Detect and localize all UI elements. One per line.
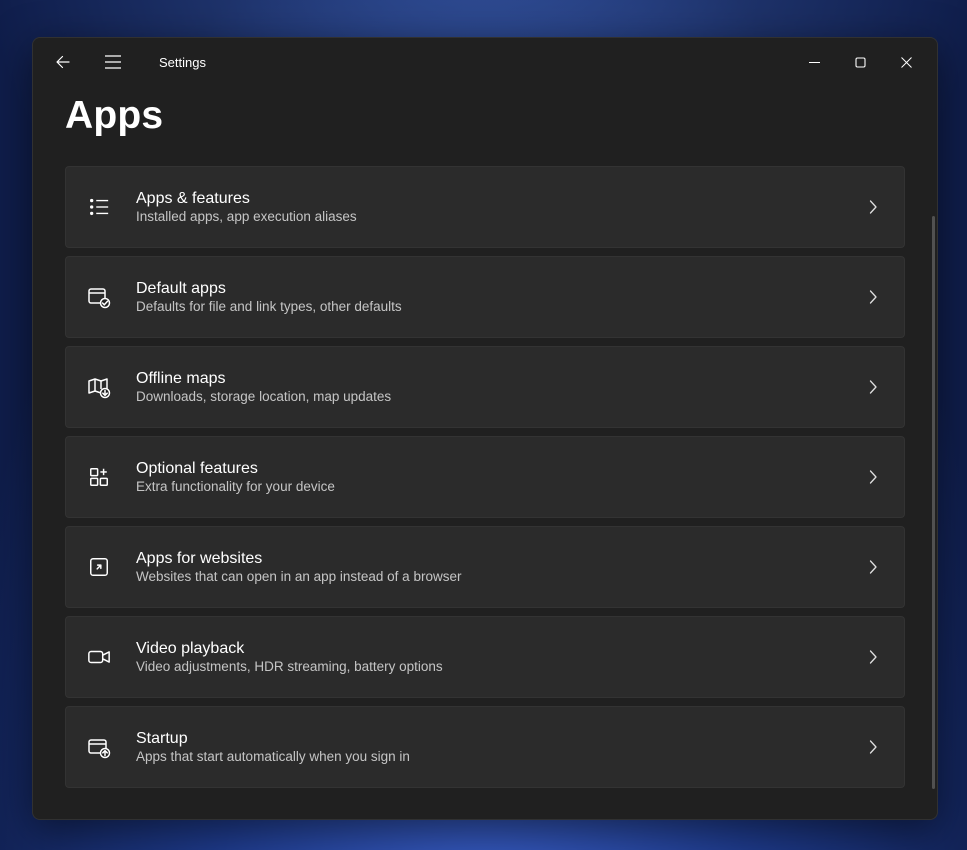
setting-text: Apps for websites Websites that can open… [136, 550, 866, 584]
chevron-right-icon [866, 650, 880, 664]
chevron-right-icon [866, 200, 880, 214]
setting-startup[interactable]: Startup Apps that start automatically wh… [65, 706, 905, 788]
settings-window: Settings Apps [32, 37, 938, 820]
setting-description: Extra functionality for your device [136, 479, 866, 494]
titlebar: Settings [33, 38, 937, 86]
optional-features-icon [84, 462, 114, 492]
titlebar-left: Settings [49, 46, 206, 78]
maximize-icon [855, 57, 866, 68]
chevron-right-icon [866, 560, 880, 574]
apps-websites-icon [84, 552, 114, 582]
setting-title: Apps & features [136, 190, 866, 208]
setting-text: Video playback Video adjustments, HDR st… [136, 640, 866, 674]
setting-text: Optional features Extra functionality fo… [136, 460, 866, 494]
setting-apps-features[interactable]: Apps & features Installed apps, app exec… [65, 166, 905, 248]
setting-description: Defaults for file and link types, other … [136, 299, 866, 314]
window-title: Settings [159, 55, 206, 70]
setting-description: Installed apps, app execution aliases [136, 209, 866, 224]
setting-text: Default apps Defaults for file and link … [136, 280, 866, 314]
close-icon [901, 57, 912, 68]
back-button[interactable] [49, 48, 77, 76]
chevron-right-icon [866, 740, 880, 754]
setting-text: Startup Apps that start automatically wh… [136, 730, 866, 764]
setting-apps-for-websites[interactable]: Apps for websites Websites that can open… [65, 526, 905, 608]
setting-title: Startup [136, 730, 866, 748]
setting-title: Default apps [136, 280, 866, 298]
setting-description: Video adjustments, HDR streaming, batter… [136, 659, 866, 674]
content-area: Apps Apps & features Installed apps, ap [33, 86, 937, 819]
setting-title: Optional features [136, 460, 866, 478]
setting-text: Apps & features Installed apps, app exec… [136, 190, 866, 224]
hamburger-button[interactable] [97, 46, 129, 78]
setting-title: Video playback [136, 640, 866, 658]
chevron-right-icon [866, 470, 880, 484]
setting-description: Downloads, storage location, map updates [136, 389, 866, 404]
setting-text: Offline maps Downloads, storage location… [136, 370, 866, 404]
apps-features-icon [84, 192, 114, 222]
maximize-button[interactable] [837, 44, 883, 80]
scrollbar[interactable] [932, 216, 935, 789]
setting-offline-maps[interactable]: Offline maps Downloads, storage location… [65, 346, 905, 428]
offline-maps-icon [84, 372, 114, 402]
default-apps-icon [84, 282, 114, 312]
setting-title: Offline maps [136, 370, 866, 388]
chevron-right-icon [866, 290, 880, 304]
video-playback-icon [84, 642, 114, 672]
minimize-icon [809, 57, 820, 68]
window-controls [791, 44, 929, 80]
minimize-button[interactable] [791, 44, 837, 80]
chevron-right-icon [866, 380, 880, 394]
setting-title: Apps for websites [136, 550, 866, 568]
setting-optional-features[interactable]: Optional features Extra functionality fo… [65, 436, 905, 518]
back-arrow-icon [55, 54, 71, 70]
page-title: Apps [65, 94, 905, 138]
setting-video-playback[interactable]: Video playback Video adjustments, HDR st… [65, 616, 905, 698]
settings-list: Apps & features Installed apps, app exec… [65, 166, 905, 788]
hamburger-icon [105, 55, 121, 69]
setting-default-apps[interactable]: Default apps Defaults for file and link … [65, 256, 905, 338]
setting-description: Websites that can open in an app instead… [136, 569, 866, 584]
setting-description: Apps that start automatically when you s… [136, 749, 866, 764]
startup-icon [84, 732, 114, 762]
close-button[interactable] [883, 44, 929, 80]
